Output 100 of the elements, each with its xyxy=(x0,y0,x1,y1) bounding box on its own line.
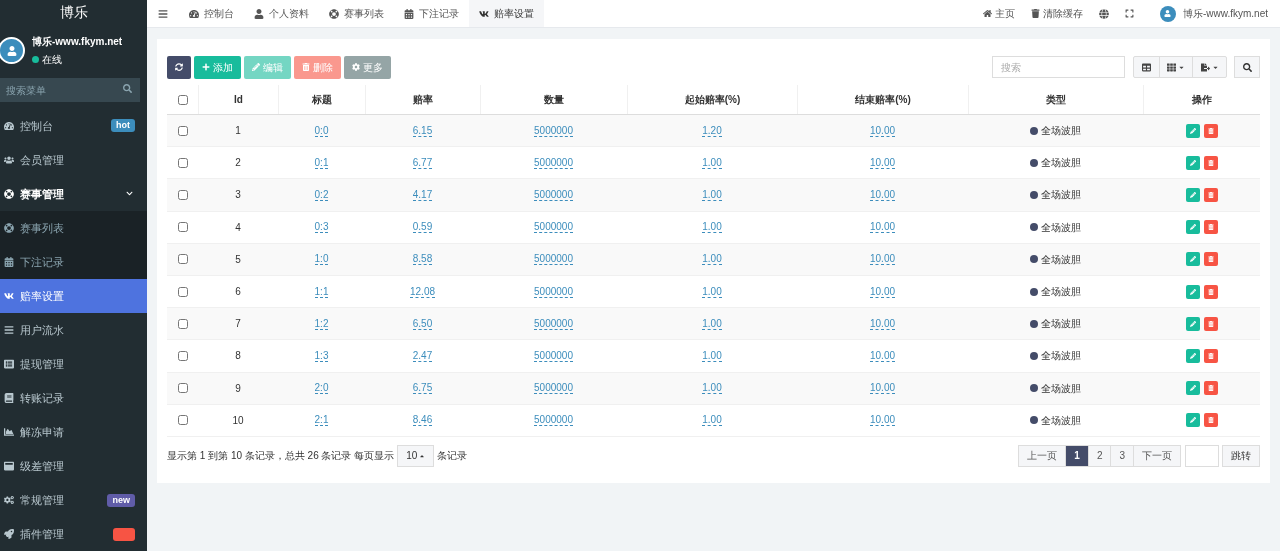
edit-row-button[interactable] xyxy=(1185,348,1200,363)
row-checkbox[interactable] xyxy=(177,286,188,297)
row-checkbox[interactable] xyxy=(177,125,188,136)
sidebar-item[interactable]: 赛事列表 xyxy=(0,210,147,245)
editable-value-link[interactable]: 5000000 xyxy=(534,188,573,201)
editable-value-link[interactable]: 10.00 xyxy=(870,253,895,266)
editable-value-link[interactable]: 10.00 xyxy=(870,221,895,234)
globe-icon[interactable] xyxy=(1099,8,1109,19)
editable-value-link[interactable]: 10.00 xyxy=(870,156,895,169)
sidebar-item[interactable]: 会员管理 xyxy=(0,142,147,177)
header-user-name[interactable]: 博乐-www.fkym.net xyxy=(1183,6,1268,21)
editable-value-link[interactable]: 10.00 xyxy=(870,382,895,395)
delete-row-button[interactable] xyxy=(1203,348,1218,363)
header-link[interactable]: 清除缓存 xyxy=(1043,6,1083,21)
page-jump-field[interactable] xyxy=(1185,444,1219,467)
edit-row-button[interactable] xyxy=(1185,220,1200,235)
sidebar-item[interactable]: 提现管理 xyxy=(0,347,147,381)
menu-search-field[interactable]: 搜索菜单 xyxy=(0,78,140,103)
page-link[interactable]: 1 xyxy=(1065,444,1089,467)
nav-tab[interactable]: 下注记录 xyxy=(394,0,469,27)
sidebar-item[interactable]: 插件管理 xyxy=(0,517,147,551)
page-link[interactable]: 上一页 xyxy=(1018,444,1067,467)
table-search-field[interactable]: 搜索 xyxy=(992,56,1125,78)
refresh-button[interactable] xyxy=(167,55,191,79)
search-button[interactable] xyxy=(1234,56,1260,78)
edit-row-button[interactable] xyxy=(1185,155,1200,170)
editable-value-link[interactable]: 10.00 xyxy=(870,317,895,330)
delete-row-button[interactable] xyxy=(1203,220,1218,235)
edit-row-button[interactable] xyxy=(1185,316,1200,331)
editable-value-link[interactable]: 1:3 xyxy=(314,349,329,362)
delete-row-button[interactable] xyxy=(1203,252,1218,267)
delete-row-button[interactable] xyxy=(1203,316,1218,331)
sidebar-item[interactable]: 下注记录 xyxy=(0,244,147,279)
editable-value-link[interactable]: 0:0 xyxy=(314,124,329,137)
editable-value-link[interactable]: 6.50 xyxy=(412,317,433,330)
delete-row-button[interactable] xyxy=(1203,381,1218,396)
editable-value-link[interactable]: 2:1 xyxy=(314,414,329,427)
delete-row-button[interactable] xyxy=(1203,187,1218,202)
editable-value-link[interactable]: 0:1 xyxy=(314,156,329,169)
editable-value-link[interactable]: 1.00 xyxy=(702,382,722,395)
editable-value-link[interactable]: 10.00 xyxy=(870,349,895,362)
row-checkbox[interactable] xyxy=(177,254,188,265)
edit-row-button[interactable] xyxy=(1185,284,1200,299)
row-checkbox[interactable] xyxy=(177,157,188,168)
edit-row-button[interactable] xyxy=(1185,123,1200,138)
editable-value-link[interactable]: 8.58 xyxy=(412,253,433,266)
editable-value-link[interactable]: 0:3 xyxy=(314,221,329,234)
editable-value-link[interactable]: 6.15 xyxy=(412,124,433,137)
delete-row-button[interactable] xyxy=(1203,284,1218,299)
sidebar-item[interactable]: 转账记录 xyxy=(0,381,147,416)
editable-value-link[interactable]: 1:2 xyxy=(314,317,329,330)
edit-row-button[interactable] xyxy=(1185,252,1200,267)
editable-value-link[interactable]: 1.00 xyxy=(702,414,722,427)
editable-value-link[interactable]: 1.00 xyxy=(702,349,722,362)
nav-tab[interactable]: 个人资料 xyxy=(244,0,319,27)
editable-value-link[interactable]: 2.47 xyxy=(412,349,433,362)
sidebar-item[interactable]: 解冻申请 xyxy=(0,415,147,450)
jump-button[interactable]: 跳转 xyxy=(1222,444,1260,467)
row-checkbox[interactable] xyxy=(177,383,188,394)
row-checkbox[interactable] xyxy=(177,222,188,233)
editable-value-link[interactable]: 1.00 xyxy=(702,188,722,201)
sidebar-item[interactable]: 控制台 hot xyxy=(0,108,147,143)
editable-value-link[interactable]: 6.77 xyxy=(412,156,433,169)
more-button[interactable]: 更多 xyxy=(344,55,391,79)
editable-value-link[interactable]: 10.00 xyxy=(870,124,895,137)
editable-value-link[interactable]: 1.00 xyxy=(702,253,722,266)
sidebar-item[interactable]: 级差管理 xyxy=(0,449,147,484)
editable-value-link[interactable]: 5000000 xyxy=(534,253,573,266)
editable-value-link[interactable]: 4.17 xyxy=(412,188,433,201)
row-checkbox[interactable] xyxy=(177,415,188,426)
fullscreen-icon[interactable] xyxy=(1125,9,1134,18)
editable-value-link[interactable]: 5000000 xyxy=(534,382,573,395)
page-link[interactable]: 下一页 xyxy=(1133,444,1181,467)
sidebar-item[interactable]: 常规管理 new xyxy=(0,483,147,518)
nav-tab[interactable]: 赔率设置 xyxy=(469,0,544,27)
editable-value-link[interactable]: 1.00 xyxy=(702,317,722,330)
editable-value-link[interactable]: 0:2 xyxy=(314,188,329,201)
editable-value-link[interactable]: 1.00 xyxy=(702,221,722,234)
edit-row-button[interactable] xyxy=(1185,381,1200,396)
edit-row-button[interactable] xyxy=(1185,413,1200,428)
row-checkbox[interactable] xyxy=(177,318,188,329)
editable-value-link[interactable]: 1:0 xyxy=(314,253,329,266)
editable-value-link[interactable]: 12.08 xyxy=(410,285,435,298)
editable-value-link[interactable]: 0.59 xyxy=(412,221,433,234)
delete-row-button[interactable] xyxy=(1203,123,1218,138)
page-link[interactable]: 3 xyxy=(1110,444,1134,467)
editable-value-link[interactable]: 1.00 xyxy=(702,156,722,169)
editable-value-link[interactable]: 5000000 xyxy=(534,349,573,362)
editable-value-link[interactable]: 5000000 xyxy=(534,285,573,298)
sidebar-item[interactable]: 赛事管理 xyxy=(0,176,147,211)
delete-row-button[interactable] xyxy=(1203,413,1218,428)
header-link[interactable]: 主页 xyxy=(995,6,1015,21)
page-size-dropdown[interactable]: 10 xyxy=(397,444,435,467)
editable-value-link[interactable]: 1:1 xyxy=(314,285,329,298)
editable-value-link[interactable]: 10.00 xyxy=(870,285,895,298)
edit-row-button[interactable] xyxy=(1185,187,1200,202)
editable-value-link[interactable]: 1.00 xyxy=(702,285,722,298)
delete-row-button[interactable] xyxy=(1203,155,1218,170)
editable-value-link[interactable]: 10.00 xyxy=(870,414,895,427)
row-checkbox[interactable] xyxy=(177,189,188,200)
